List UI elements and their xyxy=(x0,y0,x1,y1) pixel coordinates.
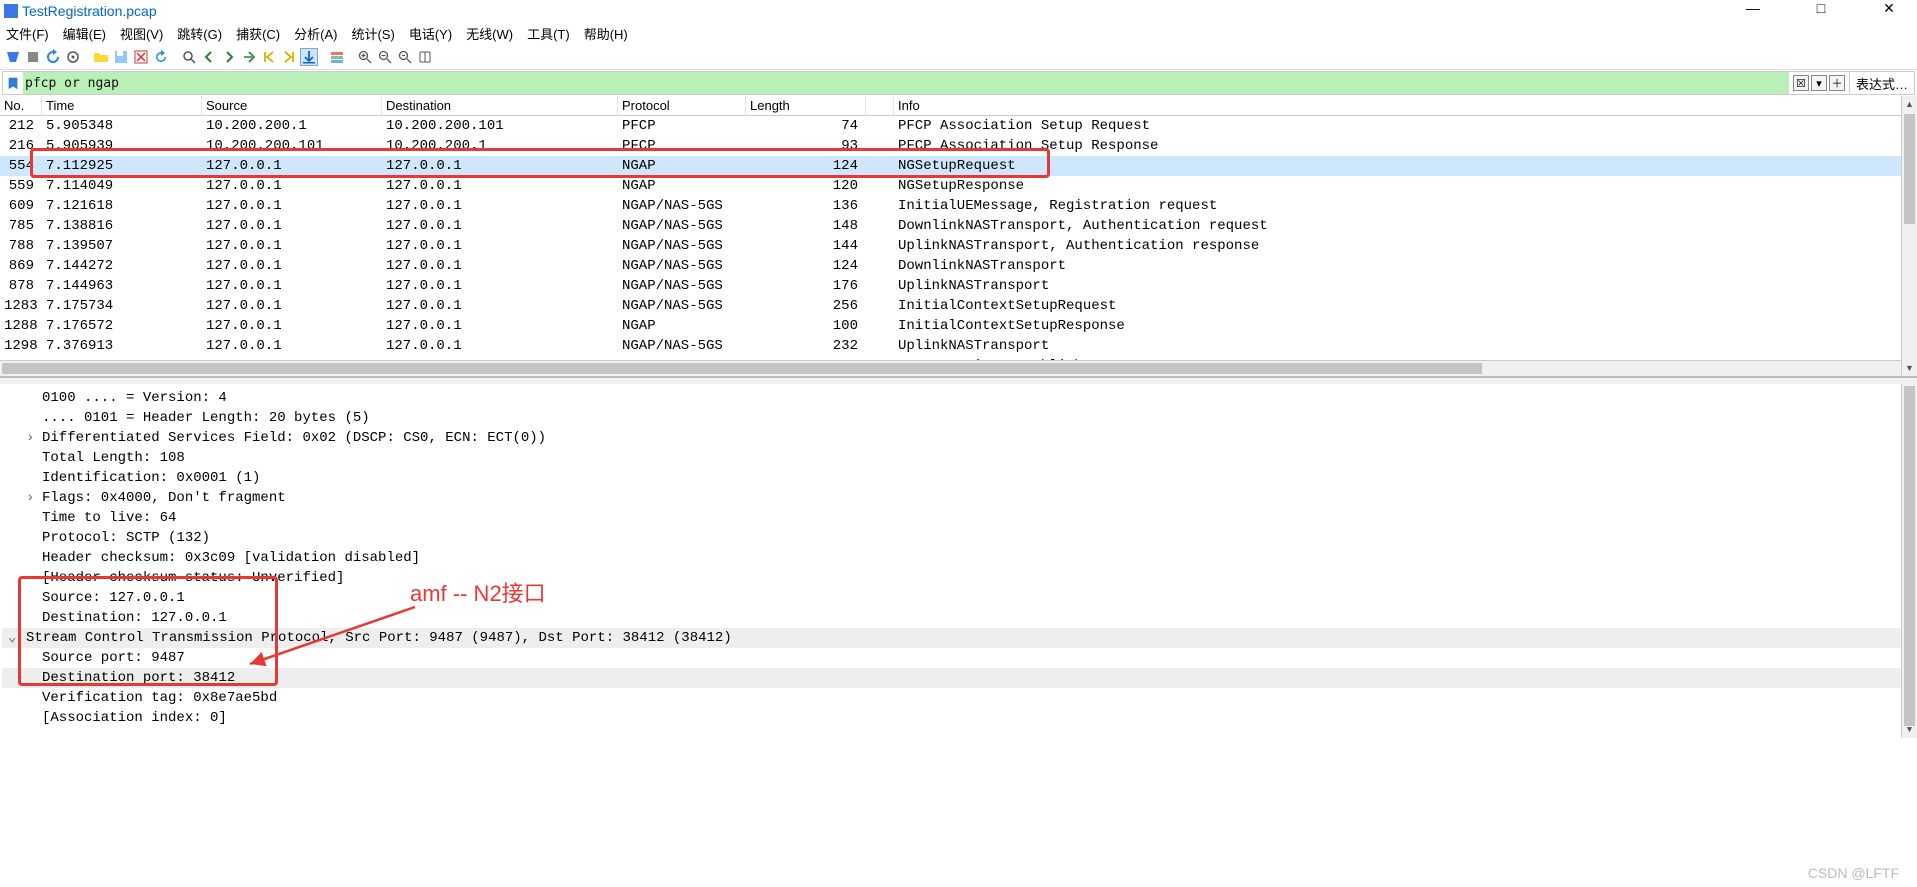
close-file-icon[interactable] xyxy=(132,48,150,66)
col-info[interactable]: Info xyxy=(894,96,1917,116)
menu-edit[interactable]: 编辑(E) xyxy=(63,24,106,43)
auto-scroll-icon[interactable] xyxy=(300,48,318,66)
watermark: CSDN @LFTF xyxy=(1808,865,1899,881)
menu-stats[interactable]: 统计(S) xyxy=(351,24,394,43)
packet-list-vertical-scrollbar[interactable]: ▲ ▼ xyxy=(1901,96,1917,376)
save-file-icon[interactable] xyxy=(112,48,130,66)
col-time[interactable]: Time xyxy=(42,96,202,116)
capture-options-icon[interactable] xyxy=(64,48,82,66)
detail-line[interactable]: Header checksum: 0x3c09 [validation disa… xyxy=(2,548,1917,568)
filter-bookmark-icon[interactable] xyxy=(5,75,21,91)
detail-line[interactable]: [Association index: 0] xyxy=(2,708,1917,728)
expression-button[interactable]: 表达式… xyxy=(1849,72,1914,94)
menu-telephony[interactable]: 电话(Y) xyxy=(409,24,452,43)
detail-line[interactable]: 0100 .... = Version: 4 xyxy=(2,388,1917,408)
packet-row[interactable]: 16117.42040510.200.200.10110.200.200.1PF… xyxy=(0,376,1917,378)
filter-recent-icon[interactable]: ▾ xyxy=(1811,75,1827,91)
stop-capture-icon[interactable] xyxy=(24,48,42,66)
detail-line[interactable]: Time to live: 64 xyxy=(2,508,1917,528)
colorize-icon[interactable] xyxy=(328,48,346,66)
close-button[interactable]: ✕ xyxy=(1869,0,1909,17)
detail-line[interactable]: Identification: 0x0001 (1) xyxy=(2,468,1917,488)
detail-line[interactable]: Verification tag: 0x8e7ae5bd xyxy=(2,688,1917,708)
go-first-icon[interactable] xyxy=(260,48,278,66)
resize-columns-icon[interactable] xyxy=(416,48,434,66)
detail-line-expandable[interactable]: Differentiated Services Field: 0x02 (DSC… xyxy=(2,428,1917,448)
menu-view[interactable]: 视图(V) xyxy=(120,24,163,43)
packet-row[interactable]: 2165.90593910.200.200.10110.200.200.1PFC… xyxy=(0,136,1917,156)
col-length[interactable]: Length xyxy=(746,96,866,116)
menu-capture[interactable]: 捕获(C) xyxy=(236,24,280,43)
packet-row[interactable]: 12887.176572127.0.0.1127.0.0.1NGAP100Ini… xyxy=(0,316,1917,336)
go-last-icon[interactable] xyxy=(280,48,298,66)
title-bar: TestRegistration.pcap xyxy=(0,0,1917,22)
go-back-icon[interactable] xyxy=(200,48,218,66)
app-icon xyxy=(4,4,18,18)
detail-line[interactable]: .... 0101 = Header Length: 20 bytes (5) xyxy=(2,408,1917,428)
go-forward-icon[interactable] xyxy=(220,48,238,66)
minimize-button[interactable]: — xyxy=(1733,0,1773,17)
zoom-out-icon[interactable] xyxy=(376,48,394,66)
window-title: TestRegistration.pcap xyxy=(22,3,157,19)
packet-row[interactable]: 12837.175734127.0.0.1127.0.0.1NGAP/NAS-5… xyxy=(0,296,1917,316)
details-vertical-scrollbar[interactable]: ▲ ▼ xyxy=(1901,384,1917,738)
maximize-button[interactable]: □ xyxy=(1801,0,1841,17)
col-source[interactable]: Source xyxy=(202,96,382,116)
detail-line[interactable]: Total Length: 108 xyxy=(2,448,1917,468)
packet-row[interactable]: 2125.90534810.200.200.110.200.200.101PFC… xyxy=(0,116,1917,136)
reload-file-icon[interactable] xyxy=(152,48,170,66)
packet-row[interactable]: 7887.139507127.0.0.1127.0.0.1NGAP/NAS-5G… xyxy=(0,236,1917,256)
restart-capture-icon[interactable] xyxy=(44,48,62,66)
col-protocol[interactable]: Protocol xyxy=(618,96,746,116)
start-capture-icon[interactable] xyxy=(4,48,22,66)
menu-wireless[interactable]: 无线(W) xyxy=(466,24,513,43)
annotation-text: amf -- N2接口 xyxy=(410,581,546,606)
menu-help[interactable]: 帮助(H) xyxy=(584,24,628,43)
detail-line[interactable]: Protocol: SCTP (132) xyxy=(2,528,1917,548)
menu-goto[interactable]: 跳转(G) xyxy=(177,24,222,43)
toolbar xyxy=(0,44,1917,70)
go-to-packet-icon[interactable] xyxy=(240,48,258,66)
col-no[interactable]: No. xyxy=(0,96,42,116)
filter-bar: ☒ ▾ ＋ 表达式… xyxy=(2,71,1915,95)
menu-tools[interactable]: 工具(T) xyxy=(527,24,570,43)
zoom-in-icon[interactable] xyxy=(356,48,374,66)
window-buttons: — □ ✕ xyxy=(1733,0,1909,17)
packet-row[interactable]: 5597.114049127.0.0.1127.0.0.1NGAP120NGSe… xyxy=(0,176,1917,196)
packet-list-pane: No. Time Source Destination Protocol Len… xyxy=(0,96,1917,378)
packet-row[interactable]: 12987.376913127.0.0.1127.0.0.1NGAP/NAS-5… xyxy=(0,336,1917,356)
packet-row[interactable]: 8787.144963127.0.0.1127.0.0.1NGAP/NAS-5G… xyxy=(0,276,1917,296)
packet-row[interactable]: 5547.112925127.0.0.1127.0.0.1NGAP124NGSe… xyxy=(0,156,1917,176)
annotation-arrow-icon xyxy=(240,602,420,672)
find-packet-icon[interactable] xyxy=(180,48,198,66)
display-filter-input[interactable] xyxy=(23,72,1789,94)
packet-details-pane[interactable]: 0100 .... = Version: 4 .... 0101 = Heade… xyxy=(0,384,1917,738)
detail-line-expandable[interactable]: Flags: 0x4000, Don't fragment xyxy=(2,488,1917,508)
col-destination[interactable]: Destination xyxy=(382,96,618,116)
packet-list-horizontal-scrollbar[interactable] xyxy=(0,360,1901,376)
menu-file[interactable]: 文件(F) xyxy=(6,24,49,43)
packet-list-header: No. Time Source Destination Protocol Len… xyxy=(0,96,1917,116)
packet-row[interactable]: 6097.121618127.0.0.1127.0.0.1NGAP/NAS-5G… xyxy=(0,196,1917,216)
detail-line[interactable]: [Header checksum status: Unverified] xyxy=(2,568,1917,588)
menu-analyze[interactable]: 分析(A) xyxy=(294,24,337,43)
zoom-reset-icon[interactable] xyxy=(396,48,414,66)
filter-clear-icon[interactable]: ☒ xyxy=(1793,75,1809,91)
packet-list-body[interactable]: 2125.90534810.200.200.110.200.200.101PFC… xyxy=(0,116,1917,378)
filter-add-icon[interactable]: ＋ xyxy=(1829,75,1845,91)
open-file-icon[interactable] xyxy=(92,48,110,66)
menu-bar: 文件(F) 编辑(E) 视图(V) 跳转(G) 捕获(C) 分析(A) 统计(S… xyxy=(0,22,1917,44)
annotation-label: amf -- N2接口 xyxy=(410,584,546,604)
packet-row[interactable]: 7857.138816127.0.0.1127.0.0.1NGAP/NAS-5G… xyxy=(0,216,1917,236)
packet-row[interactable]: 8697.144272127.0.0.1127.0.0.1NGAP/NAS-5G… xyxy=(0,256,1917,276)
